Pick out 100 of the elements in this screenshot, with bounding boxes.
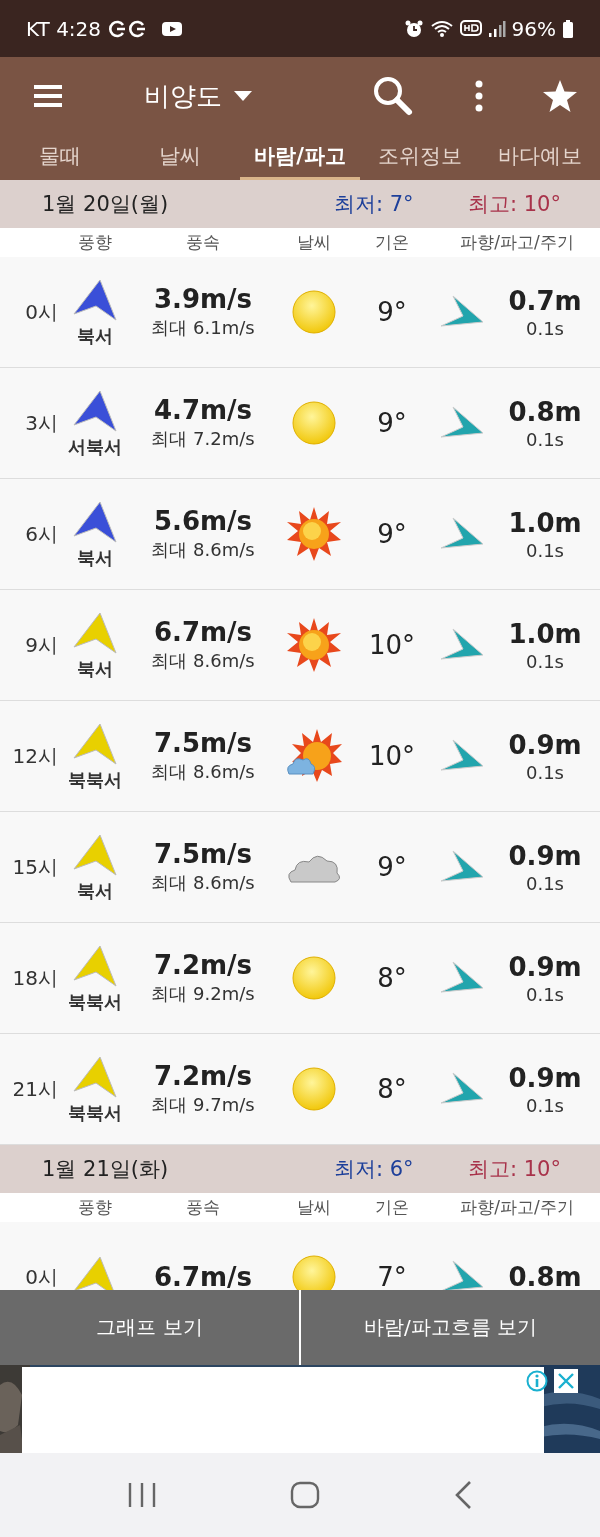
battery-icon	[562, 18, 574, 39]
temperature: 9°	[376, 519, 408, 549]
sun-icon	[291, 289, 337, 335]
wind-speed: 3.9m/s	[153, 284, 253, 314]
hour-label: 0시	[24, 298, 59, 326]
tab[interactable]: 바다예보	[480, 135, 600, 180]
wave-height: 0.8m	[508, 1262, 582, 1292]
max-wind-speed: 최대 8.6m/s	[151, 649, 255, 673]
max-wind-speed: 최대 8.6m/s	[151, 760, 255, 784]
wind-speed: 7.5m/s	[153, 839, 253, 869]
max-wind-speed: 최대 7.2m/s	[151, 427, 255, 451]
back-icon[interactable]	[453, 1480, 474, 1510]
hour-label: 0시	[24, 1263, 59, 1291]
view-button[interactable]: 그래프 보기	[0, 1290, 299, 1365]
hour-label: 6시	[24, 520, 59, 548]
video-icon	[161, 20, 184, 37]
wind-speed: 7.2m/s	[153, 950, 253, 980]
wind-speed: 4.7m/s	[153, 395, 253, 425]
wind-speed: 6.7m/s	[153, 617, 253, 647]
sun-icon	[291, 400, 337, 446]
wave-height: 0.8m	[508, 396, 582, 427]
column-header: 풍향	[77, 231, 113, 254]
max-wind-speed: 최대 6.1m/s	[151, 316, 255, 340]
wifi-icon	[429, 18, 454, 39]
column-header: 풍향	[77, 1196, 113, 1219]
tab[interactable]: 날씨	[120, 135, 240, 180]
signal-icon	[487, 18, 506, 39]
wind-speed: 6.7m/s	[153, 1262, 253, 1292]
tab[interactable]: 조위정보	[360, 135, 480, 180]
tab[interactable]: 물때	[0, 135, 120, 180]
hour-label: 21시	[11, 1075, 59, 1103]
wind-direction: 북북서	[68, 1101, 122, 1125]
wave-period: 0.1s	[526, 317, 564, 339]
wave-height: 1.0m	[508, 507, 582, 538]
column-header: 기온	[374, 1196, 410, 1219]
close-icon[interactable]	[554, 1369, 578, 1393]
wave-period: 0.1s	[526, 650, 564, 672]
wind-direction: 북북서	[68, 990, 122, 1014]
hour-label: 9시	[24, 631, 59, 659]
temperature: 10°	[367, 630, 417, 660]
max-wind-speed: 최대 9.7m/s	[151, 1093, 255, 1117]
wave-height: 0.9m	[508, 840, 582, 871]
max-temperature: 최고: 10°	[468, 1156, 562, 1183]
column-header: 날씨	[296, 231, 332, 254]
max-wind-speed: 최대 9.2m/s	[151, 982, 255, 1006]
wave-period: 0.1s	[526, 1094, 564, 1116]
wind-speed: 7.2m/s	[153, 1061, 253, 1091]
location-dropdown[interactable]: 비양도	[144, 78, 252, 114]
wind-direction: 북서	[77, 324, 113, 348]
column-header: 날씨	[296, 1196, 332, 1219]
max-temperature: 최고: 10°	[468, 191, 562, 218]
max-wind-speed: 최대 8.6m/s	[151, 538, 255, 562]
alarm-icon	[403, 18, 424, 39]
sun-icon	[291, 1066, 337, 1112]
hour-label: 3시	[24, 409, 59, 437]
menu-icon[interactable]	[34, 84, 62, 108]
sun-icon	[286, 617, 342, 673]
temperature: 9°	[376, 408, 408, 438]
date-label: 1월 20일(월)	[42, 191, 170, 218]
max-wind-speed: 최대 8.6m/s	[151, 871, 255, 895]
min-temperature: 최저: 6°	[334, 1156, 415, 1183]
more-options-icon[interactable]	[474, 80, 484, 112]
wind-speed: 7.5m/s	[153, 728, 253, 758]
wave-period: 0.1s	[526, 872, 564, 894]
sun-icon	[286, 506, 342, 562]
sun-cloud-icon	[285, 728, 343, 784]
hd-icon	[459, 18, 482, 39]
star-icon[interactable]	[542, 79, 578, 113]
wind-direction: 북서	[77, 657, 113, 681]
wind-direction: 서북서	[68, 435, 122, 459]
recent-apps-icon[interactable]	[126, 1482, 157, 1508]
column-header: 파향/파고/주기	[459, 231, 575, 254]
view-button[interactable]: 바람/파고흐름 보기	[301, 1290, 600, 1365]
temperature: 7°	[376, 1262, 408, 1292]
min-temperature: 최저: 7°	[334, 191, 415, 218]
wave-height: 0.9m	[508, 729, 582, 760]
temperature: 8°	[376, 963, 408, 993]
hour-label: 18시	[11, 964, 59, 992]
temperature: 8°	[376, 1074, 408, 1104]
wind-speed: 5.6m/s	[153, 506, 253, 536]
home-icon[interactable]	[290, 1481, 320, 1509]
wave-height: 0.9m	[508, 951, 582, 982]
sun-icon	[291, 955, 337, 1001]
battery-percent: 96%	[511, 16, 556, 41]
wind-direction: 북서	[77, 546, 113, 570]
search-icon[interactable]	[372, 75, 414, 117]
info-icon[interactable]	[526, 1370, 548, 1392]
column-header: 풍속	[185, 231, 221, 254]
column-header: 기온	[374, 231, 410, 254]
wave-period: 0.1s	[526, 761, 564, 783]
hour-label: 15시	[11, 853, 59, 881]
wind-direction: 북서	[77, 879, 113, 903]
wave-height: 0.7m	[508, 285, 582, 316]
temperature: 9°	[376, 852, 408, 882]
column-header: 파향/파고/주기	[459, 1196, 575, 1219]
hour-label: 12시	[11, 742, 59, 770]
temperature: 10°	[367, 741, 417, 771]
status-time: KT 4:28	[26, 16, 102, 41]
temperature: 9°	[376, 297, 408, 327]
wave-period: 0.1s	[526, 983, 564, 1005]
